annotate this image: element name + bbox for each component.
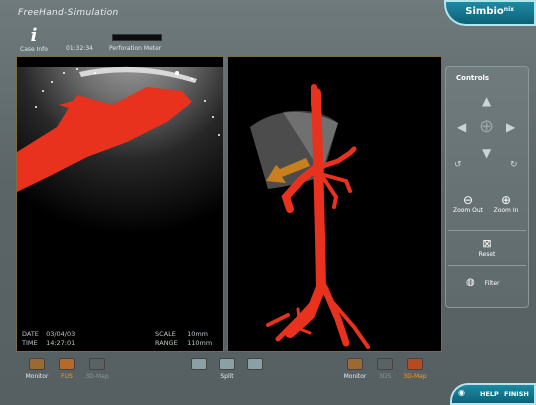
3d-vessel-model bbox=[250, 84, 370, 349]
split-left-icon bbox=[191, 358, 207, 370]
split-right-icon bbox=[247, 358, 263, 370]
crosshair-icon: ⊕ bbox=[479, 116, 495, 137]
filter-button[interactable]: ◍ Filter bbox=[466, 277, 516, 288]
footer-tab: ◉ HELP FINISH bbox=[450, 383, 536, 405]
case-info-label: Case Info bbox=[20, 46, 48, 53]
app-title: FreeHand-Simulation bbox=[18, 8, 119, 18]
3d-map-icon bbox=[407, 358, 423, 370]
right-3ds-button[interactable]: 3DS bbox=[370, 358, 400, 380]
eye-icon: ◉ bbox=[458, 388, 465, 397]
globe-icon: ◍ bbox=[466, 277, 475, 288]
info-icon: i bbox=[30, 25, 38, 46]
3d-map-view[interactable] bbox=[227, 56, 442, 352]
brand-logo: Simbionix bbox=[444, 0, 536, 26]
reset-icon: ⊠ bbox=[482, 237, 492, 250]
right-monitor-button[interactable]: Monitor bbox=[340, 358, 370, 380]
perforation-meter-bar bbox=[112, 34, 162, 41]
right-3dmap-button[interactable]: 3D-Map bbox=[400, 358, 430, 380]
case-info-button[interactable]: i Case Info bbox=[19, 25, 49, 54]
split-left-button[interactable] bbox=[184, 358, 214, 373]
perforation-meter-label: Perforation Meter bbox=[109, 45, 162, 52]
divider bbox=[448, 230, 526, 231]
controls-panel: Controls ▲ ◀ ▶ ▼ ⊕ ↺ ↻ ⊖ Zoom Out ⊕ Zoom… bbox=[445, 66, 529, 308]
zoom-out-icon: ⊖ bbox=[462, 193, 474, 207]
fus-icon bbox=[59, 358, 75, 370]
zoom-in-button[interactable]: ⊕ Zoom In bbox=[490, 193, 522, 214]
session-timer: 01:32:34 bbox=[66, 45, 93, 52]
ultrasound-view[interactable]: DATE 03/04/03 TIME 14:27:01 SCALE 10mm R… bbox=[16, 56, 224, 352]
rotate-right-icon[interactable]: ↻ bbox=[510, 159, 518, 171]
scale-range-info: SCALE 10mm RANGE 110mm bbox=[155, 330, 213, 347]
left-monitor-button[interactable]: Monitor bbox=[22, 358, 52, 380]
rotate-left-icon[interactable]: ↺ bbox=[454, 159, 462, 171]
monitor-icon bbox=[29, 358, 45, 370]
zoom-in-icon: ⊕ bbox=[500, 193, 512, 207]
divider bbox=[448, 265, 526, 266]
right-arrow-icon[interactable]: ▶ bbox=[506, 121, 515, 133]
controls-title: Controls bbox=[456, 74, 490, 82]
3d-map-icon bbox=[89, 358, 105, 370]
left-3dmap-button[interactable]: 3D-Map bbox=[82, 358, 112, 380]
help-button[interactable]: HELP bbox=[480, 390, 499, 398]
split-icon bbox=[219, 358, 235, 370]
finish-button[interactable]: FINISH bbox=[504, 390, 529, 398]
left-arrow-icon[interactable]: ◀ bbox=[457, 121, 466, 133]
up-arrow-icon[interactable]: ▲ bbox=[482, 95, 491, 107]
perforation-meter: Perforation Meter bbox=[109, 34, 163, 52]
view-mode-bar: Monitor FUS 3D-Map Split Monitor 3DS 3D-… bbox=[0, 352, 536, 382]
zoom-out-button[interactable]: ⊖ Zoom Out bbox=[452, 193, 484, 214]
down-arrow-icon[interactable]: ▼ bbox=[482, 147, 491, 159]
3ds-icon bbox=[377, 358, 393, 370]
split-right-button[interactable] bbox=[240, 358, 270, 373]
date-time-info: DATE 03/04/03 TIME 14:27:01 bbox=[22, 330, 76, 347]
ultrasound-image bbox=[17, 66, 223, 277]
left-fus-button[interactable]: FUS bbox=[52, 358, 82, 380]
reset-button[interactable]: ⊠ Reset bbox=[471, 237, 503, 258]
split-button[interactable]: Split bbox=[212, 358, 242, 380]
monitor-icon bbox=[347, 358, 363, 370]
